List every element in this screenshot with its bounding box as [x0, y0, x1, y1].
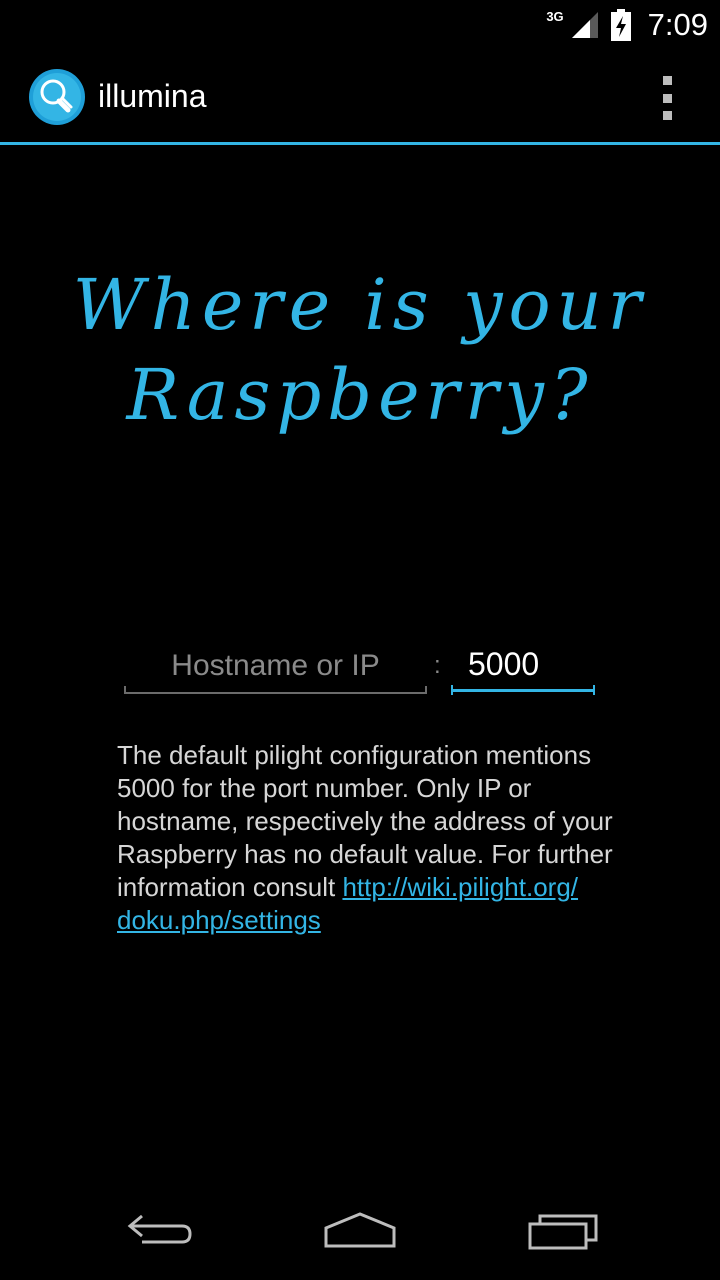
port-input[interactable] — [451, 640, 595, 692]
status-icons: 3G 7:09 — [542, 0, 708, 50]
hero-line-1: Where is your — [72, 264, 648, 346]
network-type-label: 3G — [546, 8, 564, 24]
home-icon[interactable] — [322, 1210, 398, 1250]
overflow-dot — [662, 111, 672, 120]
navigation-bar — [0, 1180, 720, 1280]
back-icon[interactable] — [124, 1210, 196, 1250]
overflow-dot — [662, 93, 672, 103]
overflow-menu-icon[interactable] — [652, 76, 682, 120]
help-text: The default pilight configuration mentio… — [117, 739, 617, 937]
status-bar: 3G 7:09 — [0, 0, 720, 50]
hostname-input-edge — [425, 686, 427, 694]
host-port-separator: : — [434, 652, 441, 679]
port-input-edge — [451, 685, 453, 695]
hero-heading: Where is your Raspberry? — [0, 260, 720, 490]
battery-icon — [610, 9, 631, 41]
overflow-dot — [662, 76, 672, 85]
hero-line-2: Raspberry? — [126, 354, 594, 436]
action-bar: illumina — [0, 50, 720, 145]
hostname-input-edge — [124, 686, 126, 694]
app-title: illumina — [98, 78, 207, 114]
hostname-input[interactable] — [124, 640, 427, 694]
signal-icon — [571, 12, 598, 38]
recent-apps-icon[interactable] — [526, 1210, 600, 1252]
action-bar-divider — [0, 142, 720, 145]
port-input-edge — [593, 685, 595, 695]
lightbulb-icon[interactable] — [28, 68, 86, 126]
status-clock: 7:09 — [647, 7, 708, 42]
